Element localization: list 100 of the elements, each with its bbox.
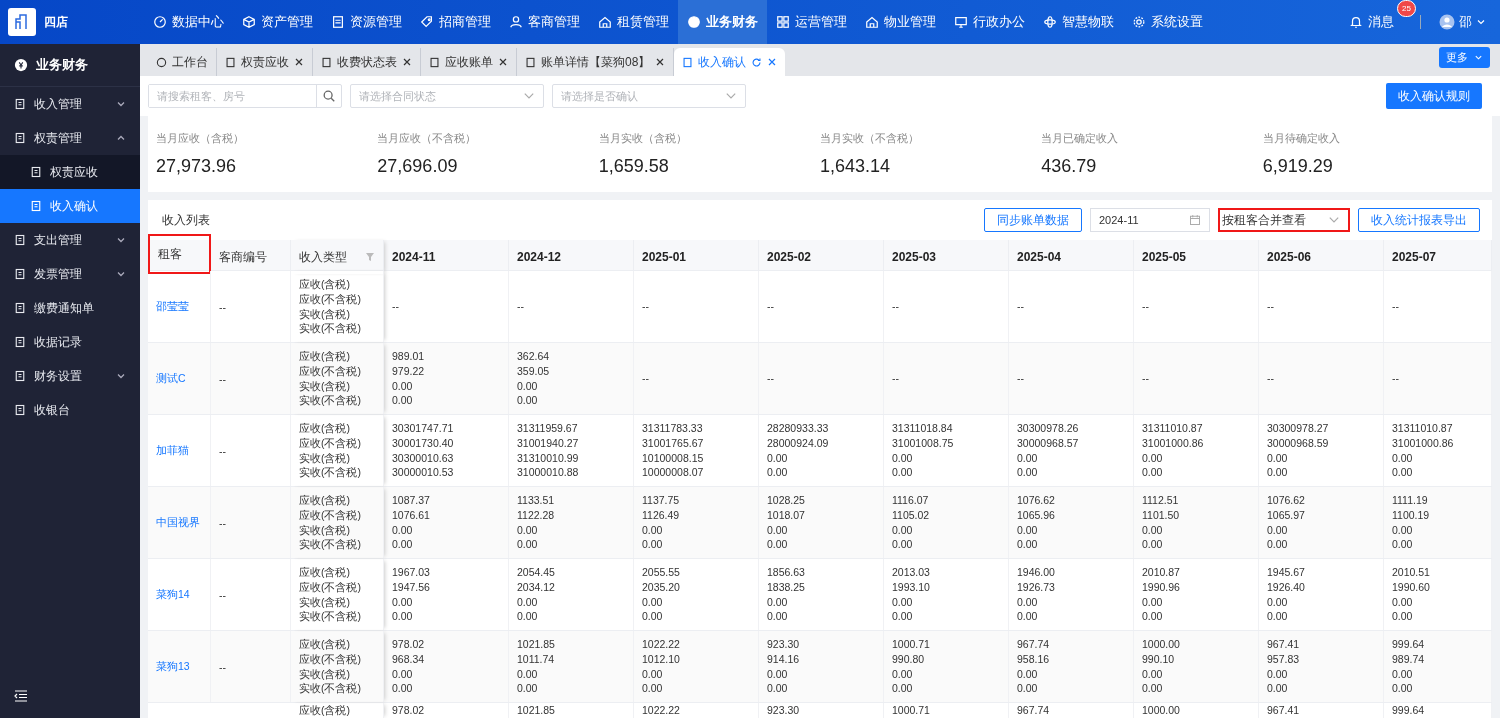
sidebar-subitem[interactable]: 收入确认 [0,189,140,223]
page-tab[interactable]: 收入确认 [674,48,786,76]
grid-icon [776,15,790,29]
table-cell: -- [1142,371,1149,386]
table-cell: -- [392,299,399,314]
month-picker[interactable]: 2024-11 [1090,208,1210,232]
table-cell: -- [1267,299,1274,314]
nav-item[interactable]: 租赁管理 [589,0,678,44]
table-cell: 2010.51 1990.60 0.00 0.00 [1392,565,1430,624]
nav-item[interactable]: 系统设置 [1123,0,1212,44]
view-select[interactable]: 按租客合并查看 [1218,208,1350,232]
close-icon[interactable] [498,57,508,67]
document-icon [14,336,26,348]
table-cell: -- [219,372,226,385]
column-header: 2024-12 [509,240,634,274]
table-cell: 31311783.33 31001765.67 10100008.15 10000008.07 [642,421,704,480]
tenant-link[interactable]: 中国视界 [156,515,200,530]
document-icon [321,56,332,68]
tenant-link[interactable]: 邵莹莹 [156,299,189,314]
nav-item[interactable]: 数据中心 [144,0,233,44]
table-cell: -- [892,371,899,386]
table-cell: -- [1017,371,1024,386]
column-header: 2025-04 [1009,240,1134,274]
stat-label: 当月应收（不含税） [377,131,478,146]
column-header: 收入类型 [291,240,384,274]
table-cell: -- [642,371,649,386]
search-icon[interactable] [322,89,336,103]
gauge-icon [156,56,167,68]
table-cell: 2055.55 2035.20 0.00 0.00 [642,565,680,624]
export-button[interactable]: 收入统计报表导出 [1358,208,1480,232]
nav-item[interactable]: 运营管理 [767,0,856,44]
nav-item[interactable]: 招商管理 [411,0,500,44]
nav-item[interactable]: 物业管理 [856,0,945,44]
table-cell: -- [219,300,226,313]
table-cell: 应收(含税) 应收(不含税) 实收(含税) 实收(不含税) [299,277,361,336]
gear-icon [1132,15,1146,29]
table-cell: 1000.71 990.80 0.00 0.00 [892,637,930,696]
nav-item[interactable]: 资产管理 [233,0,322,44]
column-header: 2025-02 [759,240,884,274]
nav-item[interactable]: 行政办公 [945,0,1034,44]
table-cell: 31311010.87 31001000.86 0.00 0.00 [1392,421,1454,480]
calendar-icon [1189,214,1201,226]
table-cell: -- [517,299,524,314]
collapse-menu-icon[interactable] [14,689,28,703]
table-cell: 1967.03 1947.56 0.00 0.00 [392,565,430,624]
close-icon[interactable] [402,57,412,67]
messages-link[interactable]: 消息 [1349,13,1394,31]
close-icon[interactable] [294,57,304,67]
table-cell: 1021.85 [517,703,555,718]
table-cell: 1076.62 1065.97 0.00 0.00 [1267,493,1305,552]
close-icon[interactable] [655,57,666,67]
tag-icon [420,15,434,29]
user-name[interactable]: 邵 [1459,13,1472,31]
table-cell: -- [1017,299,1024,314]
table-cell: 31311010.87 31001000.86 0.00 0.00 [1142,421,1204,480]
column-header: 2024-11 [384,240,509,274]
stat-value: 436.79 [1041,156,1098,177]
tenant-link[interactable]: 加菲猫 [156,443,189,458]
avatar-icon[interactable] [1439,14,1455,30]
nav-item[interactable]: 客商管理 [500,0,589,44]
column-header: 2025-01 [634,240,759,274]
nav-item[interactable]: 智慧物联 [1034,0,1123,44]
tenant-link[interactable]: 测试C [156,371,186,386]
nav-item[interactable]: 资源管理 [322,0,411,44]
table-cell: 1137.75 1126.49 0.00 0.00 [642,493,680,552]
document-icon [14,98,26,110]
table-cell: 967.41 957.83 0.00 0.00 [1267,637,1300,696]
column-header: 2025-05 [1134,240,1259,274]
more-button[interactable]: 更多 [1439,46,1490,68]
column-header: 2025-07 [1384,240,1492,274]
sidebar-item[interactable]: 权责管理 [0,121,140,155]
sidebar-item[interactable]: 缴费通知单 [0,291,140,325]
sidebar-item[interactable]: 发票管理 [0,257,140,291]
stat-value: 1,643.14 [820,156,892,177]
house-icon [598,15,612,29]
search-field[interactable]: 请搜索租客、房号 [148,84,342,108]
table-cell: 1087.37 1076.61 0.00 0.00 [392,493,430,552]
sync-button[interactable]: 同步账单数据 [984,208,1082,232]
rules-button[interactable]: 收入确认规则 [1386,83,1482,109]
stat-label: 当月实收（含税） [598,131,688,146]
sidebar-item[interactable]: 收据记录 [0,325,140,359]
table-cell: 1000.71 [892,703,930,718]
table-cell: 1133.51 1122.28 0.00 0.00 [517,493,555,552]
tenant-link[interactable]: 菜狗14 [156,587,190,602]
tenant-link[interactable]: 菜狗13 [156,659,190,674]
table-cell: 923.30 [767,703,800,718]
document-icon [331,15,345,29]
nav-item[interactable]: 业务财务 [678,0,767,44]
column-header: 客商编号 [211,240,291,274]
sidebar-item[interactable]: 收银台 [0,393,140,427]
table-cell: -- [767,299,774,314]
sidebar-item[interactable]: 收入管理 [0,87,140,121]
sidebar-item[interactable]: 支出管理 [0,223,140,257]
sidebar-subitem[interactable]: 权责应收 [0,155,140,189]
table-cell: 1000.00 990.10 0.00 0.00 [1142,637,1180,696]
sidebar-item[interactable]: 财务设置 [0,359,140,393]
table-cell: 989.01 979.22 0.00 0.00 [392,349,425,408]
refresh-icon[interactable] [751,56,763,68]
table-cell: 应收(含税) 应收(不含税) 实收(含税) 实收(不含税) [299,349,361,408]
table-cell: -- [1392,299,1399,314]
